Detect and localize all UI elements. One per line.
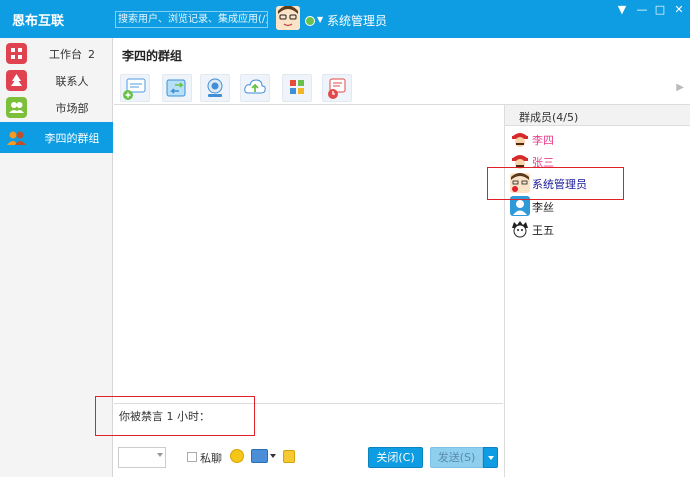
member-name: 王五 bbox=[532, 224, 554, 237]
close-button[interactable]: 关闭(C) bbox=[368, 447, 423, 468]
video-button[interactable] bbox=[200, 74, 230, 102]
screenshot-icon[interactable] bbox=[251, 449, 268, 463]
member-item[interactable]: 李四 bbox=[510, 128, 690, 150]
close-icon[interactable]: ✕ bbox=[672, 3, 686, 16]
members-panel: 群成员(4/5) 李四 张三 系统管理员 李丝 王五 bbox=[504, 105, 690, 477]
member-name: 李四 bbox=[532, 134, 554, 147]
sidebar-item-lisi-group[interactable]: 李四的群组 bbox=[0, 122, 113, 153]
transfer-icon bbox=[166, 79, 186, 97]
menu-icon[interactable]: ▼ bbox=[615, 3, 629, 16]
sidebar-item-label: 李四的群组 bbox=[44, 132, 100, 145]
transfer-button[interactable] bbox=[162, 74, 192, 102]
page-title: 李四的群组 bbox=[122, 49, 183, 63]
chat-header: 李四的群组 ▶ bbox=[114, 38, 690, 105]
upload-button[interactable] bbox=[240, 74, 270, 102]
video-icon bbox=[207, 78, 223, 97]
app-title: 恩布互联 bbox=[12, 14, 65, 29]
minimize-icon[interactable]: — bbox=[635, 3, 649, 16]
member-item[interactable]: 王五 bbox=[510, 218, 690, 240]
sidebar-item-market[interactable]: 市场部 bbox=[0, 92, 113, 123]
history-button[interactable] bbox=[322, 74, 352, 102]
screenshot-dropdown-icon[interactable] bbox=[270, 454, 276, 458]
sidebar-item-label: 工作台 bbox=[49, 48, 82, 61]
upload-icon bbox=[244, 79, 266, 94]
send-button[interactable]: 发送(S) bbox=[430, 447, 483, 468]
chevron-right-icon[interactable]: ▶ bbox=[676, 82, 684, 93]
sidebar-item-label: 市场部 bbox=[55, 102, 89, 115]
member-name: 李丝 bbox=[532, 201, 554, 214]
highlight-box bbox=[95, 396, 255, 436]
history-icon bbox=[328, 78, 346, 99]
apps-icon bbox=[290, 80, 304, 94]
new-chat-icon bbox=[123, 78, 146, 100]
recipient-dropdown[interactable] bbox=[118, 447, 166, 468]
unread-badge: 2 bbox=[88, 48, 95, 61]
contacts-tree-icon bbox=[6, 70, 27, 91]
note-icon[interactable] bbox=[283, 450, 295, 463]
username[interactable]: 系统管理员 bbox=[327, 12, 387, 29]
user-avatar[interactable] bbox=[276, 6, 300, 30]
group-icon bbox=[6, 97, 27, 118]
title-bar: 恩布互联 搜索用户、浏览记录、集成应用(/) ▼ 系统管理员 ▼ — □ ✕ bbox=[0, 0, 690, 38]
private-chat-checkbox[interactable] bbox=[187, 452, 197, 462]
private-chat-label: 私聊 bbox=[200, 452, 222, 465]
new-chat-button[interactable] bbox=[120, 74, 150, 102]
mario-avatar-icon bbox=[510, 129, 530, 149]
highlight-box bbox=[487, 167, 624, 200]
status-dropdown-icon[interactable]: ▼ bbox=[317, 15, 323, 24]
group-users-icon bbox=[6, 127, 27, 148]
emoji-icon[interactable] bbox=[230, 449, 244, 463]
bottom-bar: 私聊 关闭(C) 发送(S) bbox=[114, 441, 503, 477]
cartoon-avatar-icon bbox=[510, 219, 530, 239]
sidebar-item-label: 联系人 bbox=[55, 75, 89, 88]
send-options-button[interactable] bbox=[483, 447, 498, 468]
apps-button[interactable] bbox=[282, 74, 312, 102]
chat-message-area[interactable] bbox=[114, 105, 503, 403]
search-input[interactable]: 搜索用户、浏览记录、集成应用(/) bbox=[115, 11, 268, 28]
workbench-icon bbox=[6, 43, 27, 64]
chevron-down-icon bbox=[157, 453, 163, 457]
members-header: 群成员(4/5) bbox=[505, 105, 690, 126]
online-status-icon[interactable] bbox=[305, 16, 315, 26]
maximize-icon[interactable]: □ bbox=[653, 3, 667, 16]
members-title: 群成员(4/5) bbox=[519, 111, 579, 124]
